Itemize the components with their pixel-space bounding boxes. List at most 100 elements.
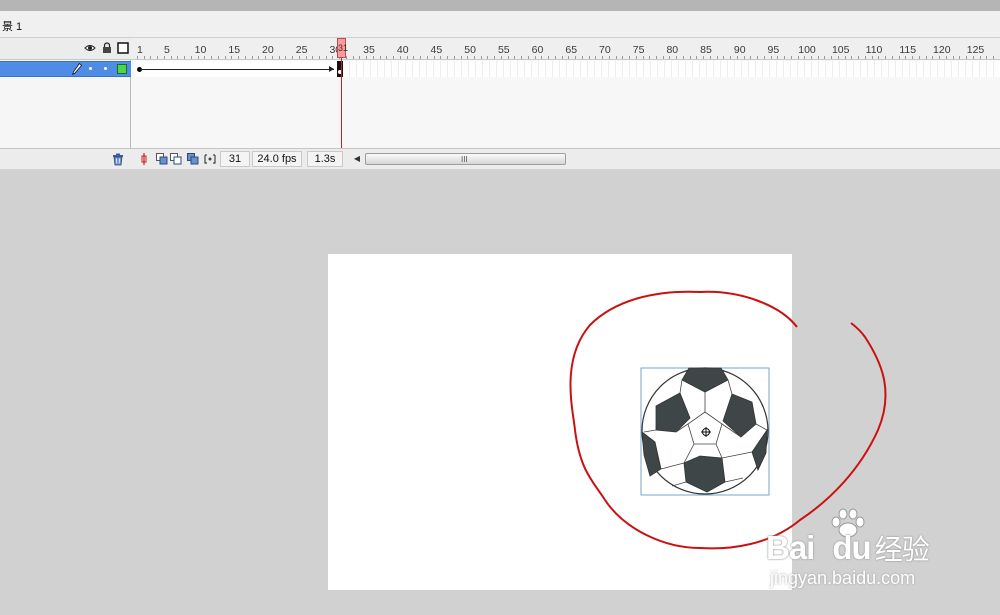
- ruler-frame-number: 100: [798, 44, 816, 56]
- ruler-tick: [885, 56, 887, 59]
- ruler-tick: [163, 56, 165, 59]
- ruler-frame-number: 85: [700, 44, 712, 56]
- ruler-tick: [878, 56, 880, 59]
- ruler-tick: [939, 56, 941, 59]
- onion-skin-icon[interactable]: [155, 152, 169, 166]
- ruler-tick: [197, 56, 199, 59]
- ruler-tick: [784, 56, 786, 59]
- ruler-tick: [278, 56, 280, 59]
- ruler-tick: [318, 56, 320, 59]
- scrollbar-thumb[interactable]: III: [365, 153, 566, 165]
- scene-bar: 景 1: [0, 11, 1000, 38]
- ruler-tick: [372, 56, 374, 59]
- ruler-tick: [972, 56, 974, 59]
- outline-icon[interactable]: [117, 42, 129, 54]
- ruler-tick: [312, 56, 314, 59]
- ruler-tick: [561, 56, 563, 59]
- ruler-tick: [959, 56, 961, 59]
- center-frame-icon[interactable]: [137, 152, 151, 166]
- ruler-tick: [554, 56, 556, 59]
- lock-dot[interactable]: [104, 67, 107, 70]
- ruler-tick: [797, 56, 799, 59]
- ruler-tick: [426, 56, 428, 59]
- ruler-tick: [696, 56, 698, 59]
- ruler-tick: [986, 56, 988, 59]
- ruler-tick: [851, 56, 853, 59]
- ruler-frame-number: 95: [767, 44, 780, 56]
- ruler-tick: [494, 56, 496, 59]
- frame-ruler[interactable]: 1 5 10 15 20 25 30 35 40 45 50 55 60 65 70 75 80 85 90 95 10…: [131, 38, 1000, 60]
- eye-icon[interactable]: [84, 42, 96, 54]
- ruler-frame-number: 60: [531, 44, 544, 56]
- ruler-frame-number: 55: [497, 44, 510, 56]
- ruler-tick: [150, 56, 152, 59]
- trash-icon[interactable]: [111, 152, 125, 166]
- ruler-frame-number: 110: [865, 44, 883, 56]
- scroll-left-icon[interactable]: ◀: [351, 153, 363, 165]
- ruler-tick: [305, 56, 307, 59]
- playhead[interactable]: 31: [337, 38, 349, 58]
- ruler-frame-number: 10: [194, 44, 207, 56]
- tween-arrowhead: [329, 66, 334, 72]
- ruler-tick: [676, 56, 678, 59]
- ruler-tick: [433, 56, 435, 59]
- lock-icon[interactable]: [101, 42, 113, 54]
- frame-rate-field[interactable]: 24.0 fps: [252, 151, 302, 167]
- ruler-tick: [817, 56, 819, 59]
- timeline-horizontal-scrollbar[interactable]: ◀ III: [351, 153, 566, 165]
- ruler-tick: [932, 56, 934, 59]
- ruler-tick: [804, 56, 806, 59]
- stage-canvas[interactable]: [328, 254, 792, 590]
- ruler-tick: [703, 56, 705, 59]
- frames-area: 1 5 10 15 20 25 30 35 40 45 50 55 60 65 70 75 80 85 90 95 10…: [131, 38, 1000, 169]
- ruler-tick: [642, 56, 644, 59]
- timeline-panel: 1 5 10 15 20 25 30 35 40 45 50 55 60 65 70 75 80 85 90 95 10…: [0, 38, 1000, 169]
- playhead-frame: 31: [338, 43, 349, 53]
- empty-frames[interactable]: [343, 61, 1000, 77]
- ruler-tick: [285, 56, 287, 59]
- edit-multiple-frames-icon[interactable]: [186, 152, 200, 166]
- ruler-tick: [662, 56, 664, 59]
- motion-tween-span[interactable]: [135, 61, 338, 77]
- ruler-frame-number: 40: [396, 44, 409, 56]
- visibility-dot[interactable]: [89, 67, 92, 70]
- ruler-tick: [534, 56, 536, 59]
- window-top-strip: [0, 0, 1000, 11]
- ruler-tick: [265, 56, 267, 59]
- ruler-frame-number: 125: [966, 44, 985, 56]
- ruler-tick: [952, 56, 954, 59]
- ruler-tick: [750, 56, 752, 59]
- frame-row[interactable]: [131, 61, 1000, 77]
- ruler-tick: [211, 56, 213, 59]
- ruler-frame-number: 25: [295, 44, 308, 56]
- ruler-frame-number: 80: [666, 44, 679, 56]
- scrollbar-grip: III: [461, 155, 468, 164]
- playhead-line: [341, 58, 342, 149]
- scene-label[interactable]: 景 1: [2, 18, 22, 34]
- ruler-tick: [898, 56, 900, 59]
- ruler-tick: [770, 56, 772, 59]
- outline-color-box[interactable]: [117, 64, 127, 74]
- layer-row[interactable]: [0, 61, 131, 77]
- onion-skin-outlines-icon[interactable]: [169, 152, 183, 166]
- ruler-tick: [217, 56, 219, 59]
- ruler-tick: [231, 56, 233, 59]
- ruler-frame-number: 65: [565, 44, 578, 56]
- ruler-frame-number: 45: [430, 44, 443, 56]
- ruler-tick: [359, 56, 361, 59]
- modify-onion-markers-icon[interactable]: [203, 152, 217, 166]
- ruler-tick: [366, 56, 368, 59]
- ruler-tick: [447, 56, 449, 59]
- ruler-tick: [548, 56, 550, 59]
- ruler-tick: [649, 56, 651, 59]
- ruler-tick: [682, 56, 684, 59]
- ruler-tick: [258, 56, 260, 59]
- ruler-tick: [777, 56, 779, 59]
- ruler-tick: [467, 56, 469, 59]
- ruler-tick: [743, 56, 745, 59]
- ruler-frame-number: 70: [599, 44, 611, 56]
- ruler-tick: [177, 56, 179, 59]
- ruler-tick: [440, 56, 442, 59]
- ruler-tick: [723, 56, 725, 59]
- ruler-tick: [831, 56, 833, 59]
